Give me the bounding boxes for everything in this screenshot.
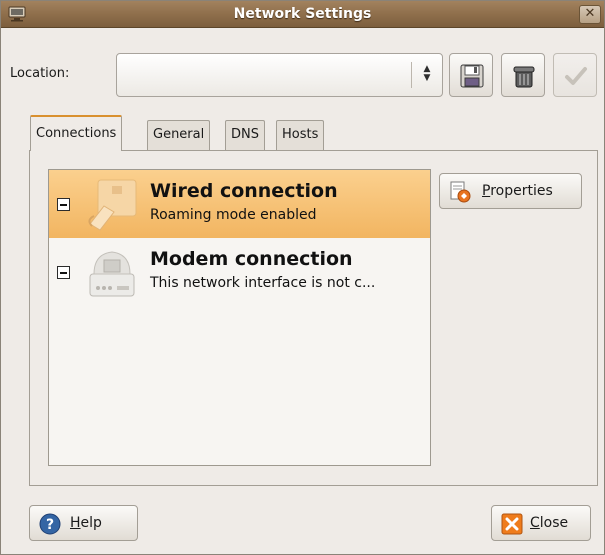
close-icon <box>501 513 523 535</box>
help-button[interactable]: ? Help <box>29 505 138 541</box>
telephone-modem-icon <box>89 251 135 297</box>
floppy-disk-icon <box>460 64 484 88</box>
chevron-updown-icon: ▲ ▼ <box>423 64 431 83</box>
location-label: Location: <box>10 66 70 81</box>
tab-dns[interactable]: DNS <box>225 120 265 150</box>
network-settings-window: Network Settings ✕ Location: ▲ ▼ Connecti… <box>0 0 605 555</box>
connection-toggle-checkbox[interactable] <box>57 266 70 279</box>
svg-text:?: ? <box>46 517 54 533</box>
connection-list[interactable]: Wired connection Roaming mode enabled Mo… <box>48 169 431 466</box>
help-button-label: Help <box>70 515 102 531</box>
list-item-wired[interactable]: Wired connection Roaming mode enabled <box>49 170 430 238</box>
properties-button-label: Properties <box>482 183 553 199</box>
connection-toggle-checkbox[interactable] <box>57 198 70 211</box>
tab-connections[interactable]: Connections <box>30 115 123 151</box>
location-select[interactable]: ▲ ▼ <box>116 53 443 97</box>
close-button-label: Close <box>530 515 569 531</box>
tab-general[interactable]: General <box>147 120 211 150</box>
save-location-button[interactable] <box>449 53 493 97</box>
properties-icon <box>450 181 471 203</box>
apply-location-button[interactable] <box>553 53 597 97</box>
delete-location-button[interactable] <box>501 53 545 97</box>
close-button[interactable]: Close <box>491 505 591 541</box>
tab-hosts[interactable]: Hosts <box>276 120 325 150</box>
help-icon: ? <box>39 513 61 535</box>
connection-description: Roaming mode enabled <box>150 207 317 223</box>
connection-description: This network interface is not c... <box>150 275 376 291</box>
ethernet-icon <box>88 179 137 231</box>
connection-name: Modem connection <box>150 248 353 270</box>
properties-button[interactable]: Properties <box>439 173 582 209</box>
window-title: Network Settings <box>233 6 372 22</box>
select-divider <box>411 62 412 88</box>
trash-icon <box>513 66 535 88</box>
window-close-button[interactable]: ✕ <box>579 5 601 24</box>
title-bar[interactable]: Network Settings ✕ <box>1 1 604 28</box>
list-item-modem[interactable]: Modem connection This network interface … <box>49 238 430 306</box>
checkmark-icon <box>565 67 587 85</box>
connection-name: Wired connection <box>150 180 338 202</box>
